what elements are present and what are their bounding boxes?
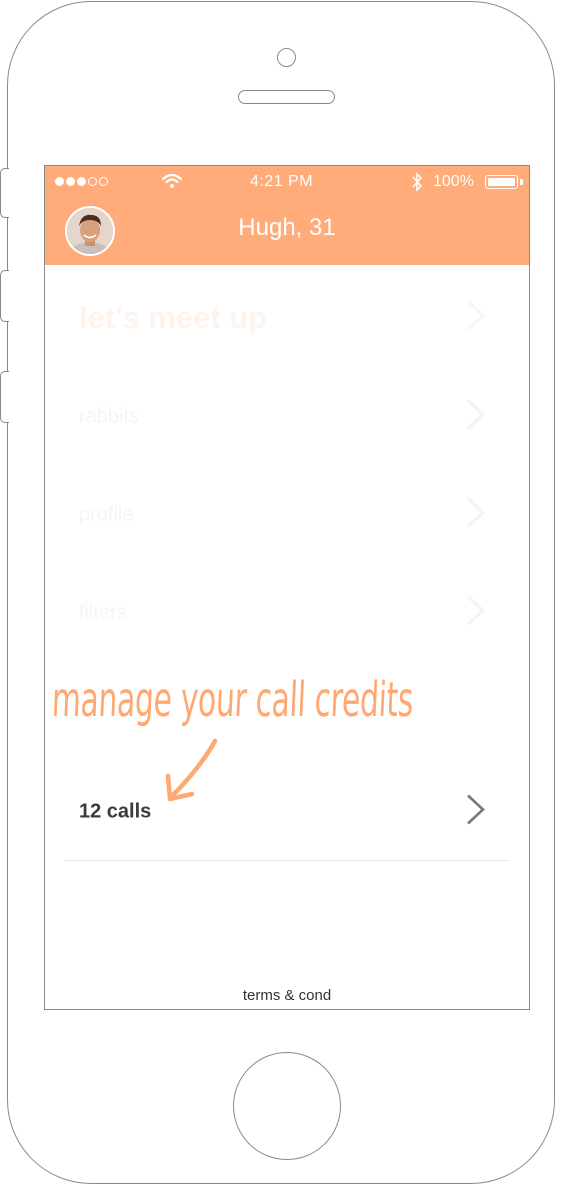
terms-link[interactable]: terms & cond — [45, 987, 529, 1004]
battery-percent: 100% — [433, 173, 474, 190]
chevron-right-icon — [465, 398, 487, 437]
battery-icon — [485, 175, 518, 189]
volume-up-button — [0, 270, 9, 322]
menu-item-lets-meet-up[interactable]: let's meet up — [45, 288, 529, 348]
chevron-right-icon — [465, 793, 487, 832]
menu-item-label: profile — [79, 503, 134, 526]
volume-down-button — [0, 371, 9, 423]
chevron-right-icon — [465, 594, 487, 633]
status-bar: 4:21 PM 100% — [45, 166, 529, 198]
menu-item-rabbits[interactable]: rabbits — [45, 387, 529, 447]
menu-item-label: filters — [79, 601, 127, 624]
annotation-arrow-icon — [160, 738, 220, 809]
calls-label: 12 calls — [79, 800, 152, 823]
home-button[interactable] — [233, 1052, 341, 1160]
chevron-right-icon — [465, 299, 487, 338]
app-screen: 4:21 PM 100% Hugh, 31 let's meet up rabb… — [44, 165, 530, 1010]
bluetooth-icon — [411, 172, 423, 197]
signal-strength-icon — [55, 177, 108, 186]
menu-item-label: rabbits — [79, 405, 140, 428]
annotation-text: manage your call credits — [50, 672, 415, 728]
app-header: 4:21 PM 100% Hugh, 31 — [45, 166, 529, 265]
menu-item-label: let's meet up — [79, 300, 268, 335]
menu-item-calls[interactable]: 12 calls — [45, 782, 529, 842]
divider — [65, 860, 509, 861]
chevron-right-icon — [465, 496, 487, 535]
battery-nub — [520, 179, 523, 185]
menu-item-filters[interactable]: filters — [45, 583, 529, 643]
menu-item-profile[interactable]: profile — [45, 485, 529, 545]
mute-switch — [0, 168, 9, 218]
earpiece-speaker — [238, 90, 335, 104]
wifi-icon — [161, 173, 183, 194]
front-camera — [277, 48, 296, 67]
status-time: 4:21 PM — [250, 173, 314, 190]
page-title: Hugh, 31 — [238, 214, 336, 241]
